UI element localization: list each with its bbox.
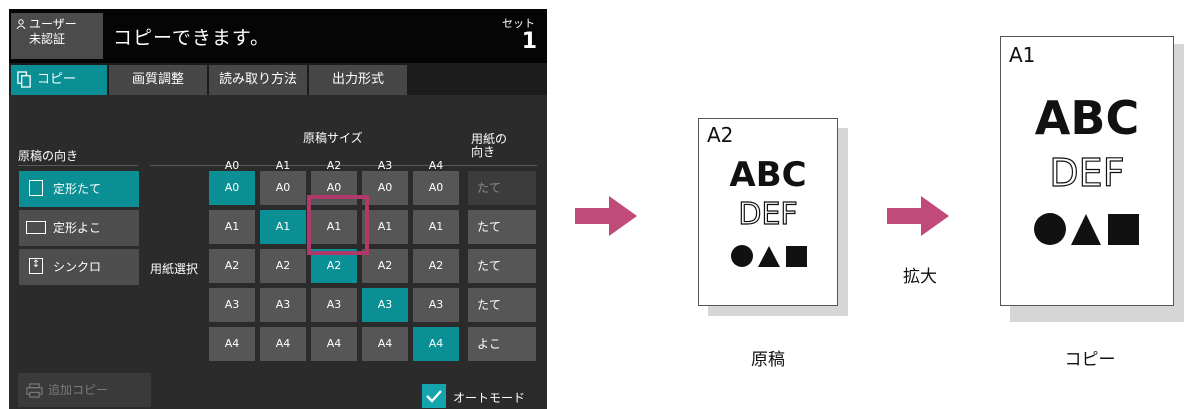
- size-cell-a2-a4[interactable]: A4: [311, 327, 357, 361]
- size-cell-a1-a0[interactable]: A0: [260, 171, 306, 205]
- orientation-portrait-label: 定形たて: [53, 182, 102, 196]
- orientation-landscape-button[interactable]: 定形よこ: [19, 210, 139, 246]
- size-cell-a0-a3[interactable]: A3: [209, 288, 255, 322]
- user-auth-button[interactable]: ユーザー 未認証: [11, 13, 103, 59]
- tab-image-quality-label: 画質調整: [131, 72, 184, 87]
- size-cell-a1-a4[interactable]: A4: [260, 327, 306, 361]
- top-bar: ユーザー 未認証 コピーできます。 セット 1: [9, 9, 547, 63]
- copy-sheet: A1 ABC DEF: [1000, 36, 1174, 306]
- checkmark-icon: [426, 390, 442, 403]
- original-abc-text: ABC: [729, 155, 807, 195]
- user-auth-label: ユーザー 未認証: [29, 17, 77, 46]
- size-cell-a3-a3[interactable]: A3: [362, 288, 408, 322]
- sync-arrow-icon: ↕: [29, 258, 43, 274]
- size-cell-a2-a3[interactable]: A3: [311, 288, 357, 322]
- size-cell-a0-a0[interactable]: A0: [209, 171, 255, 205]
- size-cell-a0-a1[interactable]: A1: [209, 210, 255, 244]
- tab-bar: コピー 画質調整 読み取り方法 出力形式: [9, 63, 547, 95]
- orientation-sync-label: シンクロ: [53, 260, 102, 274]
- original-size-heading: 原稿サイズ: [303, 131, 363, 145]
- orientation-landscape-label: 定形よこ: [53, 221, 102, 235]
- copy-panel: ユーザー 未認証 コピーできます。 セット 1 コピー 画質調整 読み取り方法 …: [9, 9, 547, 409]
- paper-orientation-a2[interactable]: たて: [468, 249, 536, 283]
- arrow-right-icon: [575, 196, 637, 236]
- size-cell-a4-a3[interactable]: A3: [413, 288, 459, 322]
- add-copy-label: 追加コピー: [48, 383, 109, 397]
- arrow-right-icon: [887, 196, 949, 236]
- tab-output-format[interactable]: 出力形式: [309, 65, 407, 95]
- tab-image-quality[interactable]: 画質調整: [109, 65, 207, 95]
- size-cell-a4-a2[interactable]: A2: [413, 249, 459, 283]
- tab-copy-label: コピー: [37, 72, 77, 87]
- size-cell-a1-a3[interactable]: A3: [260, 288, 306, 322]
- size-cell-a0-a2[interactable]: A2: [209, 249, 255, 283]
- copy-size-tag: A1: [1009, 43, 1036, 67]
- copy-caption: コピー: [1064, 350, 1116, 370]
- landscape-page-icon: [26, 221, 46, 234]
- copy-def-text: DEF: [1049, 150, 1125, 195]
- size-cell-a4-a0[interactable]: A0: [413, 171, 459, 205]
- paper-orientation-a0[interactable]: たて: [468, 171, 536, 205]
- tab-copy[interactable]: コピー: [11, 65, 107, 95]
- tab-scan-method-label: 読み取り方法: [218, 72, 297, 87]
- original-orientation-heading: 原稿の向き: [18, 149, 79, 163]
- original-size-tag: A2: [707, 123, 734, 147]
- orientation-portrait-button[interactable]: 定形たて: [19, 171, 139, 207]
- paper-orientation-heading: 用紙の 向き: [471, 132, 508, 159]
- portrait-page-icon: [29, 180, 43, 196]
- printer-icon: [26, 383, 43, 398]
- original-caption: 原稿: [751, 350, 785, 370]
- size-cell-a3-a4[interactable]: A4: [362, 327, 408, 361]
- user-icon: [16, 19, 26, 29]
- original-def-text: DEF: [738, 196, 799, 232]
- tab-output-format-label: 出力形式: [331, 72, 384, 87]
- tab-scan-method[interactable]: 読み取り方法: [209, 65, 307, 95]
- set-count: 1: [521, 29, 537, 54]
- size-cell-a4-a1[interactable]: A1: [413, 210, 459, 244]
- paper-orientation-a4[interactable]: よこ: [468, 327, 536, 361]
- add-copy-button[interactable]: 追加コピー: [18, 373, 151, 407]
- paper-orientation-a3[interactable]: たて: [468, 288, 536, 322]
- auto-mode-label: オートモード: [453, 391, 526, 405]
- size-cell-a1-a2[interactable]: A2: [260, 249, 306, 283]
- paper-select-heading: 用紙選択: [150, 262, 199, 276]
- shapes-icon: [731, 245, 807, 267]
- orientation-sync-button[interactable]: ↕ シンクロ: [19, 249, 139, 285]
- paper-orientation-a1[interactable]: たて: [468, 210, 536, 244]
- status-message: コピーできます。: [113, 27, 270, 49]
- size-cell-a4-a4[interactable]: A4: [413, 327, 459, 361]
- size-cell-a0-a4[interactable]: A4: [209, 327, 255, 361]
- shapes-icon: [1034, 213, 1139, 245]
- copy-icon: [17, 71, 31, 88]
- selection-highlight-frame: [307, 195, 369, 255]
- enlarge-label: 拡大: [903, 267, 937, 287]
- auto-mode-checkbox[interactable]: [422, 384, 446, 408]
- original-sheet: A2 ABC DEF: [698, 118, 838, 306]
- copy-abc-text: ABC: [1034, 91, 1140, 145]
- divider: [18, 165, 138, 166]
- size-cell-a1-a1[interactable]: A1: [260, 210, 306, 244]
